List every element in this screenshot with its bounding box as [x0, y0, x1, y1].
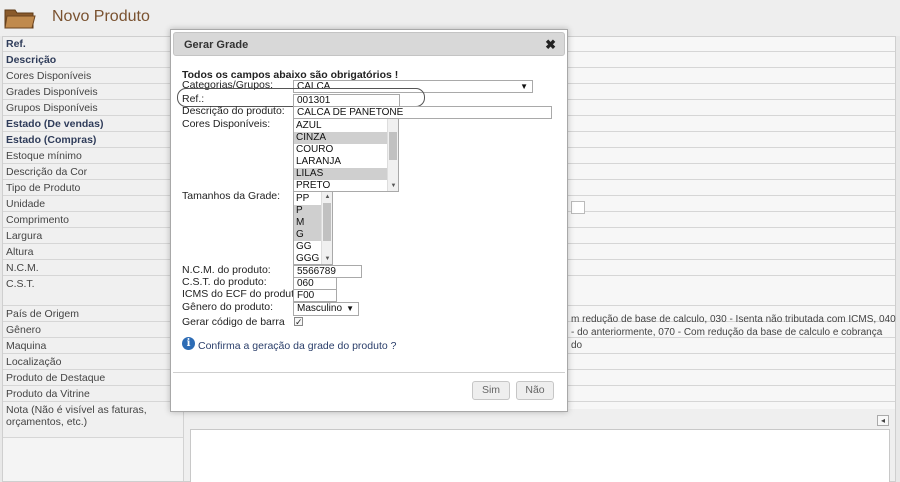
page-title: Novo Produto: [52, 8, 150, 25]
icms-input[interactable]: F00: [293, 289, 337, 302]
form-row-label: C.S.T.: [3, 276, 183, 306]
genero-select[interactable]: Masculino ▼: [293, 302, 359, 316]
dropdown-arrow-icon: ▼: [346, 304, 354, 313]
cores-listbox[interactable]: AZUL CINZA COURO LARANJA LILAS PRETO ▼: [293, 118, 399, 192]
barcode-label: Gerar código de barra: [182, 316, 285, 328]
form-row-label: Localização: [3, 354, 183, 370]
form-row-label: Gênero: [3, 322, 183, 338]
form-row-label: Estoque mínimo: [3, 148, 183, 164]
cores-scrollbar[interactable]: ▼: [387, 119, 398, 191]
cor-option[interactable]: AZUL: [294, 120, 398, 132]
form-row-label: Nota (Não é visível as faturas, orçament…: [3, 402, 183, 438]
checkmark-icon: ✓: [295, 317, 303, 327]
cor-description-input[interactable]: [571, 201, 585, 214]
form-row-label: País de Origem: [3, 306, 183, 322]
tamanhos-scrollbar[interactable]: ▲ ▼: [321, 192, 332, 264]
form-row-label: Ref.: [3, 37, 183, 52]
dialog-title: Gerar Grade: [184, 39, 249, 51]
note-editor-area: ◂: [183, 409, 895, 482]
folder-icon: [4, 9, 36, 29]
nao-button[interactable]: Não: [516, 381, 554, 400]
cor-option[interactable]: LARANJA: [294, 156, 398, 168]
scroll-left-icon[interactable]: ◂: [877, 415, 889, 426]
form-row-label: Unidade: [3, 196, 183, 212]
form-row-label: Descrição: [3, 52, 183, 68]
form-row-label: Tipo de Produto: [3, 180, 183, 196]
tamanhos-label: Tamanhos da Grade:: [182, 190, 281, 202]
descricao-label: Descrição do produto:: [182, 105, 285, 117]
dialog-titlebar[interactable]: Gerar Grade ✖: [173, 32, 565, 56]
genero-label: Gênero do produto:: [182, 301, 274, 313]
genero-value: Masculino: [297, 303, 343, 314]
scroll-up-icon[interactable]: ▲: [323, 193, 332, 201]
form-row-label: Descrição da Cor: [3, 164, 183, 180]
info-icon: i: [182, 337, 195, 350]
cst-description-text: m redução de base de calculo, 030 - Isen…: [571, 314, 896, 351]
dropdown-arrow-icon: ▼: [520, 82, 528, 91]
barcode-checkbox[interactable]: ✓: [294, 317, 303, 327]
form-row-label: Grades Disponíveis: [3, 84, 183, 100]
form-row-label: Cores Disponíveis: [3, 68, 183, 84]
sim-button[interactable]: Sim: [472, 381, 510, 400]
form-row-label: Produto de Destaque: [3, 370, 183, 386]
cst-label: C.S.T. do produto:: [182, 276, 267, 288]
cores-label: Cores Disponíveis:: [182, 118, 271, 130]
confirm-question: Confirma a geração da grade do produto ?: [198, 340, 397, 352]
tamanhos-scroll-thumb[interactable]: [323, 203, 331, 241]
form-row-label: Estado (Compras): [3, 132, 183, 148]
form-row-label: Comprimento: [3, 212, 183, 228]
cor-option[interactable]: COURO: [294, 144, 398, 156]
icms-label: ICMS do ECF do produto:: [182, 288, 303, 300]
dialog-divider: [173, 372, 565, 373]
cor-option[interactable]: LILAS: [294, 168, 398, 180]
scroll-down-icon[interactable]: ▼: [323, 255, 332, 263]
scroll-down-icon[interactable]: ▼: [389, 182, 398, 190]
close-icon[interactable]: ✖: [545, 37, 556, 53]
form-row-label: Largura: [3, 228, 183, 244]
form-row-label: Maquina: [3, 338, 183, 354]
cor-option[interactable]: CINZA: [294, 132, 398, 144]
form-row-label: Produto da Vitrine: [3, 386, 183, 402]
tamanhos-listbox[interactable]: PP P M G GG GGG ▲ ▼: [293, 191, 333, 265]
cores-scroll-thumb[interactable]: [389, 132, 397, 160]
form-row-label: Grupos Disponíveis: [3, 100, 183, 116]
ref-label: Ref.:: [182, 93, 205, 105]
form-row-label: Estado (De vendas): [3, 116, 183, 132]
form-row-label: Altura: [3, 244, 183, 260]
form-row-label: N.C.M.: [3, 260, 183, 276]
note-textarea[interactable]: [190, 429, 890, 482]
gerar-grade-dialog: Gerar Grade ✖ Todos os campos abaixo são…: [170, 29, 568, 412]
ncm-label: N.C.M. do produto:: [182, 264, 271, 276]
